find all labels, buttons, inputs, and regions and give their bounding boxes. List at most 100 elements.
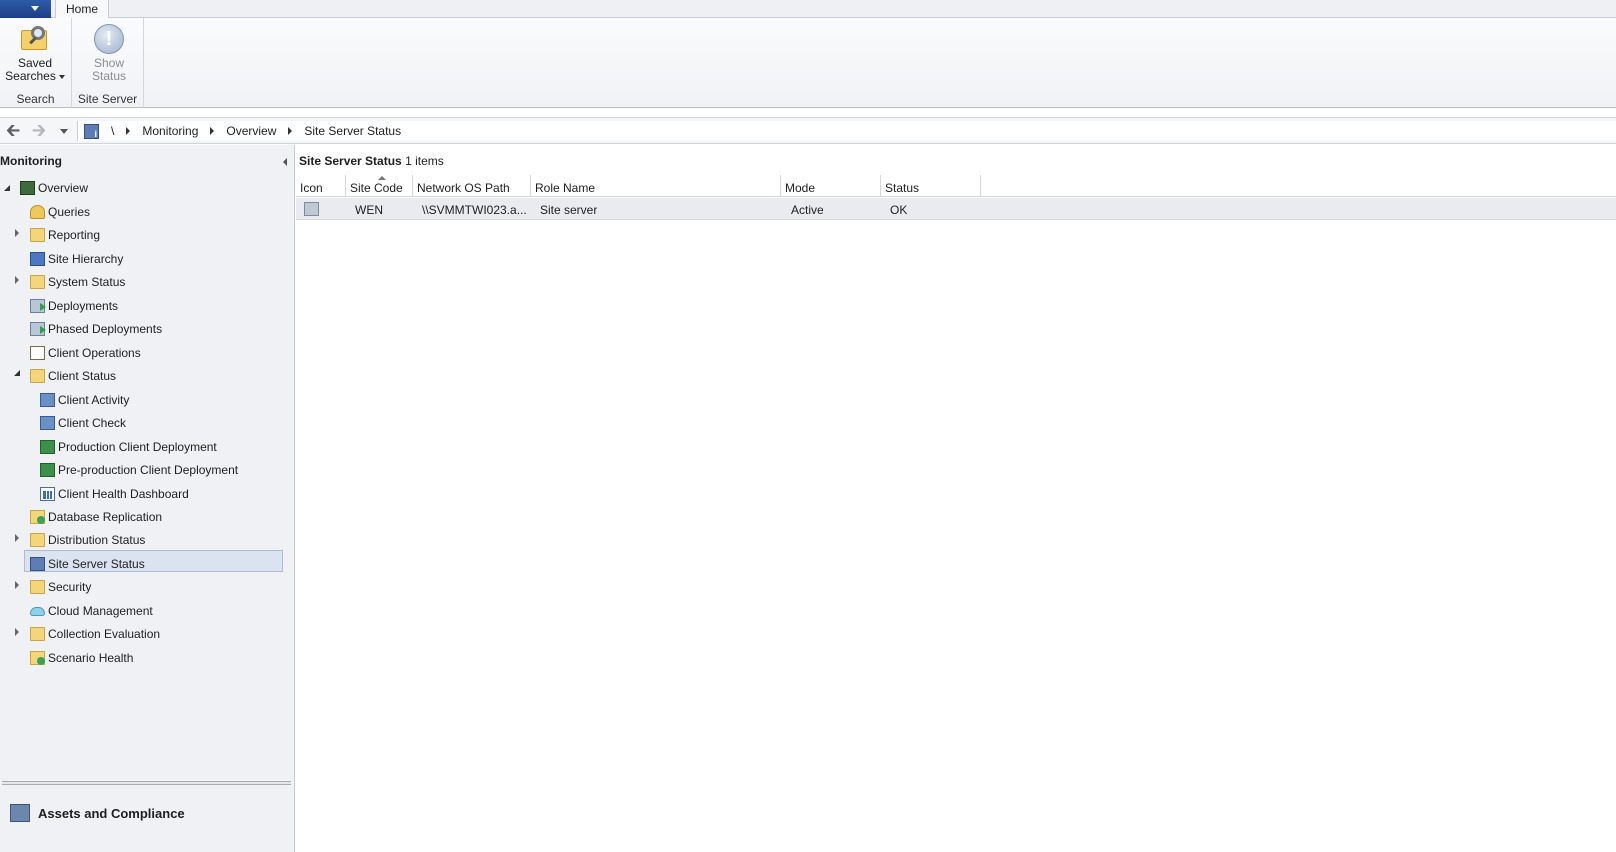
- navigation-pane: Monitoring Overview Queries Reporting Si…: [0, 145, 295, 852]
- nav-item-collection-evaluation[interactable]: Collection Evaluation: [30, 623, 160, 645]
- nav-item-client-status[interactable]: Client Status: [30, 365, 116, 387]
- expand-icon[interactable]: [15, 628, 19, 636]
- breadcrumb-root[interactable]: \: [111, 124, 114, 138]
- nav-item-client-health-dashboard[interactable]: Client Health Dashboard: [40, 483, 189, 505]
- site-server-icon: [304, 202, 319, 216]
- breadcrumb-overview[interactable]: Overview: [226, 124, 276, 138]
- nav-item-queries[interactable]: Queries: [30, 201, 90, 223]
- tab-home[interactable]: Home: [55, 0, 110, 18]
- saved-searches-icon: [19, 24, 51, 54]
- nav-item-client-operations[interactable]: Client Operations: [30, 342, 141, 364]
- saved-searches-label-2: Searches: [5, 69, 56, 83]
- nav-item-label: Client Health Dashboard: [58, 487, 189, 501]
- breadcrumb-monitoring[interactable]: Monitoring: [142, 124, 198, 138]
- chevron-down-icon: [58, 74, 65, 79]
- column-header-mode[interactable]: Mode: [781, 175, 881, 197]
- nav-item-site-server-status[interactable]: Site Server Status: [30, 553, 145, 575]
- collapse-icon[interactable]: [14, 370, 20, 376]
- workspace-label: Assets and Compliance: [38, 805, 185, 821]
- folder-icon: [30, 369, 45, 383]
- cell-mode: Active: [791, 203, 824, 217]
- nav-item-label: Client Operations: [48, 346, 141, 360]
- expand-icon[interactable]: [15, 229, 19, 237]
- column-header-role-name[interactable]: Role Name: [531, 175, 781, 197]
- deployment-icon: [30, 299, 46, 313]
- saved-searches-button[interactable]: Saved Searches: [4, 24, 66, 83]
- nav-item-site-hierarchy[interactable]: Site Hierarchy: [30, 248, 123, 270]
- breadcrumb: \ Monitoring Overview Site Server Status: [77, 121, 1616, 141]
- nav-item-label: Site Hierarchy: [48, 252, 124, 266]
- nav-item-preproduction-client-deployment[interactable]: Pre-production Client Deployment: [40, 459, 238, 481]
- nav-item-client-check[interactable]: Client Check: [40, 412, 126, 434]
- column-header-status[interactable]: Status: [881, 175, 981, 197]
- show-status-label-2: Status: [91, 69, 127, 83]
- nav-item-overview[interactable]: Overview: [20, 177, 88, 199]
- folder-icon: [30, 580, 45, 594]
- expand-icon[interactable]: [15, 534, 19, 542]
- nav-item-label: System Status: [48, 275, 126, 289]
- folder-icon: [30, 275, 45, 289]
- nav-item-reporting[interactable]: Reporting: [30, 224, 100, 246]
- cloud-icon: [30, 606, 45, 616]
- address-bar: 🡰 🡲 \ Monitoring Overview Site Server St…: [0, 117, 1616, 144]
- exclamation-icon: !: [94, 24, 124, 54]
- ribbon-group-label-search: Search: [16, 92, 55, 106]
- application-menu-button[interactable]: [0, 0, 51, 18]
- nav-item-database-replication[interactable]: Database Replication: [30, 506, 162, 528]
- forward-button[interactable]: 🡲: [29, 121, 49, 141]
- nav-item-label: Production Client Deployment: [58, 440, 217, 454]
- breadcrumb-separator-icon[interactable]: [126, 127, 131, 135]
- nav-item-phased-deployments[interactable]: Phased Deployments: [30, 318, 162, 340]
- nav-item-label: Phased Deployments: [48, 322, 163, 336]
- sort-ascending-icon: [378, 176, 386, 180]
- expand-icon[interactable]: [15, 276, 19, 284]
- collapse-pane-icon[interactable]: [283, 158, 287, 166]
- nav-item-client-activity[interactable]: Client Activity: [40, 389, 129, 411]
- nav-item-production-client-deployment[interactable]: Production Client Deployment: [40, 436, 217, 458]
- nav-item-label: Client Status: [48, 369, 117, 383]
- nav-item-security[interactable]: Security: [30, 576, 91, 598]
- ribbon-tab-bar: Home: [0, 0, 1616, 18]
- workspace-assets-and-compliance[interactable]: Assets and Compliance: [10, 801, 185, 825]
- nav-item-label: Pre-production Client Deployment: [58, 463, 239, 477]
- nav-header: Monitoring: [0, 154, 62, 168]
- nav-item-label: Security: [48, 580, 92, 594]
- history-dropdown-icon[interactable]: [60, 129, 68, 134]
- column-header-network-os-path[interactable]: Network OS Path: [413, 175, 531, 197]
- folder-icon: [30, 533, 45, 547]
- nav-item-deployments[interactable]: Deployments: [30, 295, 118, 317]
- folder-icon: [30, 228, 45, 242]
- workspace-splitter[interactable]: [2, 781, 291, 785]
- results-pane: Site Server Status 1 items Icon Site Cod…: [296, 145, 1616, 852]
- site-server-icon: [84, 123, 99, 139]
- back-button[interactable]: 🡰: [3, 121, 23, 141]
- site-server-icon: [30, 557, 45, 571]
- client-check-icon: [40, 416, 55, 430]
- cell-role-name: Site server: [540, 203, 598, 217]
- client-activity-icon: [40, 393, 55, 407]
- nav-item-system-status[interactable]: System Status: [30, 271, 125, 293]
- nav-item-cloud-management[interactable]: Cloud Management: [30, 600, 153, 622]
- table-row[interactable]: WEN \\SVMMTWI023.a... Site server Active…: [296, 198, 1616, 220]
- cell-site-code: WEN: [355, 203, 383, 217]
- expand-icon[interactable]: [15, 581, 19, 589]
- nav-item-label: Cloud Management: [48, 604, 153, 618]
- nav-item-label: Scenario Health: [48, 651, 134, 665]
- nav-item-distribution-status[interactable]: Distribution Status: [30, 529, 145, 551]
- breadcrumb-site-server-status[interactable]: Site Server Status: [304, 124, 401, 138]
- ribbon: Saved Searches Search ! Show Status Site…: [0, 18, 1616, 108]
- show-status-button[interactable]: ! Show Status: [78, 24, 140, 83]
- column-header-site-code[interactable]: Site Code: [346, 175, 413, 197]
- breadcrumb-separator-icon[interactable]: [210, 127, 215, 135]
- ribbon-group-label-site-server: Site Server: [77, 92, 138, 106]
- nav-item-label: Queries: [48, 205, 91, 219]
- nav-item-label: Database Replication: [48, 510, 163, 524]
- collapse-icon[interactable]: [4, 185, 10, 191]
- query-icon: [30, 205, 45, 219]
- nav-item-scenario-health[interactable]: Scenario Health: [30, 647, 133, 669]
- column-header-icon[interactable]: Icon: [296, 175, 346, 197]
- nav-item-label: Distribution Status: [48, 533, 146, 547]
- database-replication-icon: [30, 510, 45, 524]
- results-title: Site Server Status 1 items: [299, 154, 444, 168]
- breadcrumb-separator-icon[interactable]: [288, 127, 293, 135]
